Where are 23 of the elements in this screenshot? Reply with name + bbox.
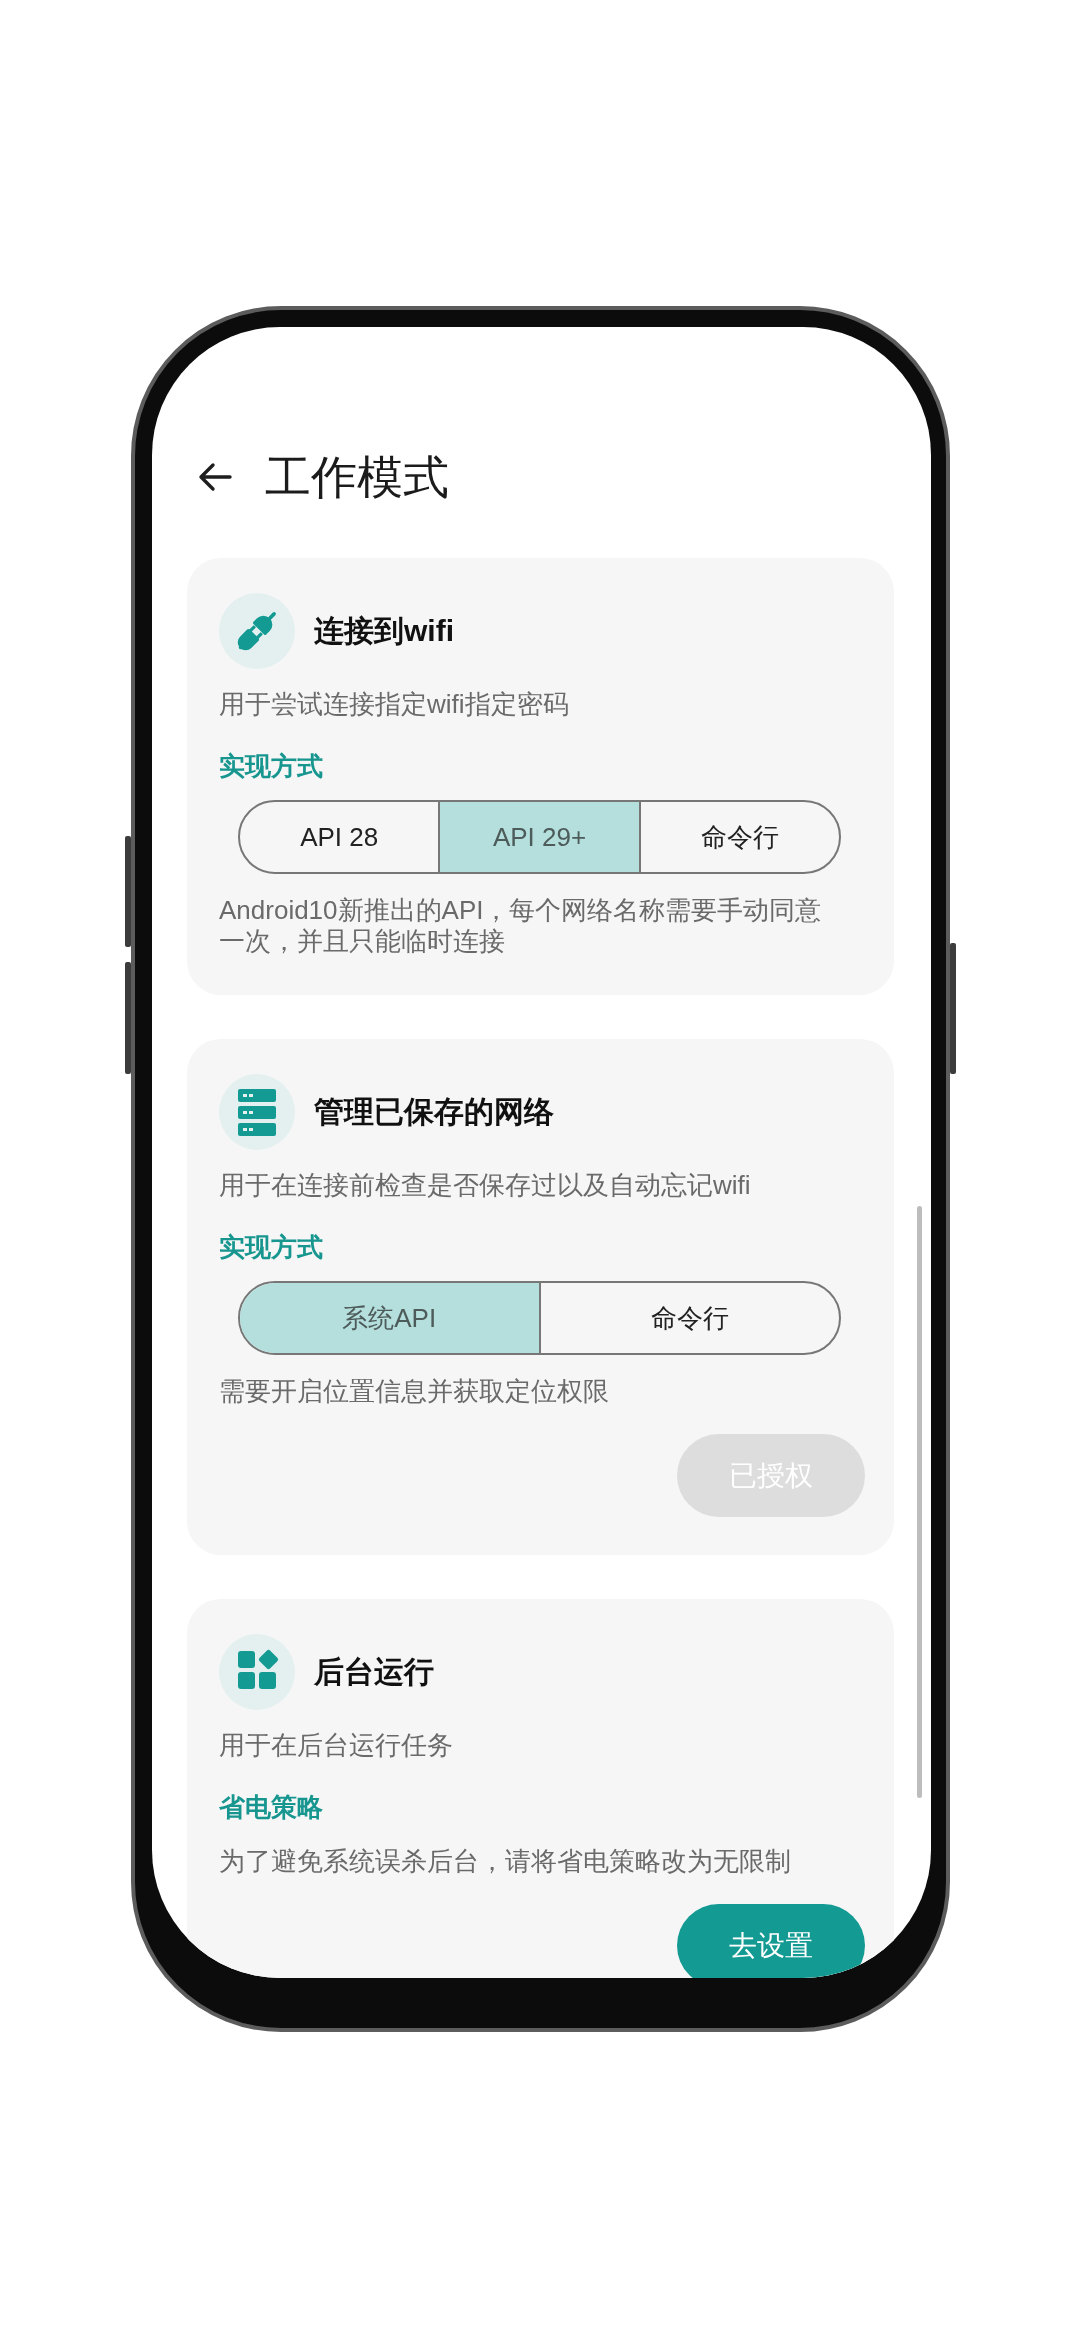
- section-label: 实现方式: [219, 1231, 324, 1264]
- section-label: 实现方式: [219, 750, 324, 783]
- segment-tab[interactable]: API 28: [240, 802, 439, 872]
- card-title: 连接到wifi: [314, 613, 454, 649]
- back-icon[interactable]: [198, 462, 232, 492]
- card-title: 管理已保存的网络: [314, 1094, 554, 1130]
- card-title: 后台运行: [314, 1654, 434, 1690]
- section-label: 省电策略: [219, 1791, 324, 1824]
- segment-tab[interactable]: 命令行: [638, 802, 839, 872]
- server-icon: [219, 1074, 295, 1150]
- segment-tab[interactable]: 系统API: [240, 1283, 539, 1353]
- card-note: Android10新推出的API，每个网络名称需要手动同意一次，并且只能临时连接: [219, 895, 823, 957]
- card-description: 用于在连接前检查是否保存过以及自动忘记wifi: [219, 1169, 752, 1202]
- card-description: 用于在后台运行任务: [219, 1729, 454, 1762]
- card-description: 用于尝试连接指定wifi指定密码: [219, 688, 570, 721]
- card-note: 为了避免系统误杀后台，请将省电策略改为无限制: [219, 1846, 792, 1877]
- segment-tab[interactable]: 命令行: [538, 1283, 839, 1353]
- action-button[interactable]: 去设置: [677, 1904, 865, 1978]
- plug-icon: [219, 593, 295, 669]
- card-note: 需要开启位置信息并获取定位权限: [219, 1376, 610, 1407]
- segment-tab[interactable]: API 29+: [438, 802, 639, 872]
- page-title: 工作模式: [265, 450, 449, 505]
- widgets-icon: [219, 1634, 295, 1710]
